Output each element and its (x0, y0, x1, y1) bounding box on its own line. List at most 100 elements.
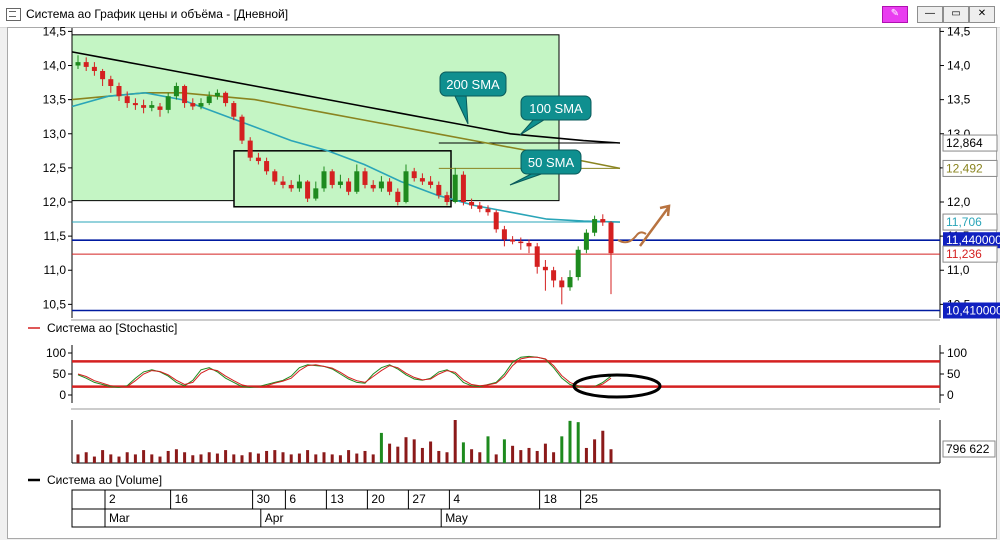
time-axis-day-label: 6 (289, 492, 296, 506)
candle-body (567, 277, 573, 288)
candle-body (288, 184, 294, 189)
volume-bar (412, 439, 416, 463)
level-value-label: 11,236 (946, 247, 982, 261)
volume-bar (199, 454, 203, 463)
volume-bar (429, 441, 433, 463)
price-left-tick-label: 12,0 (43, 195, 67, 209)
volume-bar (158, 456, 162, 463)
candle-body (173, 86, 179, 97)
volume-bar (552, 452, 556, 463)
volume-bar (273, 450, 277, 463)
callout-label: 100 SMA (529, 101, 583, 116)
volume-bar (519, 450, 523, 463)
time-axis-month-label: Mar (109, 511, 130, 525)
time-axis-month-label: Apr (265, 511, 284, 525)
volume-bar (355, 453, 359, 463)
volume-bar (224, 450, 228, 463)
candle-body (452, 174, 458, 202)
candle-body (141, 105, 147, 108)
volume-bar (576, 422, 580, 463)
candle-body (608, 222, 614, 254)
time-axis-day-label: 30 (257, 492, 271, 506)
candle-body (321, 171, 327, 189)
callout-label: 50 SMA (528, 155, 575, 170)
price-left-tick-label: 14,0 (43, 59, 67, 73)
volume-bar (420, 447, 424, 463)
volume-bar (240, 455, 244, 463)
candle-body (378, 181, 384, 189)
volume-bar (142, 450, 146, 463)
price-right-tick-label: 14,0 (947, 59, 971, 73)
volume-bar (527, 447, 531, 463)
candle-body (469, 202, 475, 206)
candle-body (239, 116, 245, 141)
candle-body (444, 195, 450, 202)
volume-bar (593, 439, 597, 463)
candle-body (526, 242, 532, 247)
volume-bar (396, 446, 400, 463)
candle-body (592, 219, 598, 233)
level-value-label: 12,864 (946, 136, 983, 150)
stochastic-right-tick-label: 50 (947, 367, 961, 381)
candle-body (493, 212, 499, 230)
volume-bar (117, 456, 121, 463)
candle-body (329, 171, 335, 185)
candle-body (534, 246, 540, 267)
candle-body (100, 70, 106, 80)
volume-bar (133, 454, 137, 463)
volume-bar (404, 437, 408, 463)
volume-bar (461, 442, 465, 463)
volume-bar (470, 449, 474, 463)
price-right-tick-label: 11,0 (947, 263, 970, 277)
volume-bar (502, 439, 506, 463)
candle-body (542, 266, 548, 271)
level-value-label: 10,410000 (946, 303, 1000, 317)
candle-body (296, 181, 302, 189)
price-left-tick-label: 13,0 (43, 127, 67, 141)
volume-bar (535, 450, 539, 463)
time-axis-day-label: 18 (544, 492, 558, 506)
price-left-tick-label: 12,5 (43, 161, 67, 175)
candle-body (362, 171, 368, 185)
volume-bar (150, 454, 154, 463)
stochastic-left-tick-label: 0 (59, 388, 66, 402)
candle-body (551, 270, 557, 281)
volume-value-label: 796 622 (946, 442, 990, 456)
candle-body (198, 103, 204, 107)
volume-bar (248, 452, 252, 463)
candle-body (337, 181, 343, 185)
volume-bar (191, 455, 195, 463)
volume-bar (437, 450, 441, 463)
price-left-tick-label: 10,5 (43, 297, 67, 311)
candle-body (124, 96, 130, 104)
chart-canvas: 14,514,514,014,013,513,513,013,012,512,5… (28, 24, 1000, 528)
volume-bar (511, 445, 515, 463)
candle-body (600, 219, 606, 223)
volume-bar (166, 450, 170, 463)
stochastic-left-tick-label: 100 (46, 346, 66, 360)
volume-bar (322, 452, 326, 463)
volume-bar (609, 449, 613, 463)
time-axis-day-label: 25 (585, 492, 599, 506)
volume-bar (265, 450, 269, 463)
time-axis-day-label: 16 (175, 492, 189, 506)
volume-bar (338, 455, 342, 463)
candle-body (231, 103, 237, 117)
candle-body (346, 181, 352, 192)
candle-body (157, 106, 163, 110)
volume-bar (281, 452, 285, 463)
volume-bar (601, 430, 605, 463)
candle-body (403, 171, 409, 202)
volume-bar (109, 454, 113, 463)
price-left-tick-label: 14,5 (43, 24, 67, 38)
volume-bar (453, 420, 457, 463)
volume-bar (543, 443, 547, 463)
level-value-label: 11,440000 (946, 233, 1000, 247)
candle-body (428, 181, 434, 185)
time-axis-day-label: 2 (109, 492, 116, 506)
volume-label: Система ао [Volume] (47, 473, 162, 487)
candle-body (75, 62, 81, 66)
candle-body (255, 157, 261, 162)
volume-bar (84, 452, 88, 463)
candle-body (501, 229, 507, 240)
